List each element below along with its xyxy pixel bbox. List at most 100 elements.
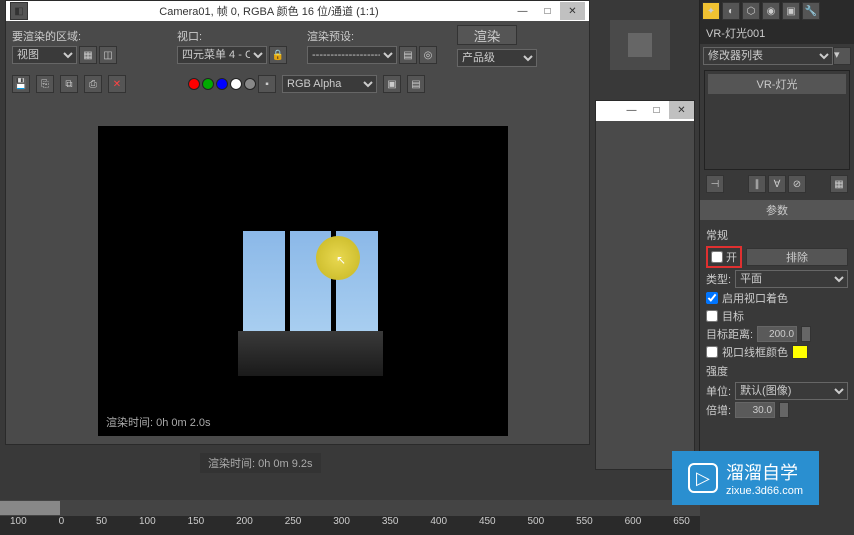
- multiplier-label: 倍增:: [706, 402, 731, 418]
- clone-icon[interactable]: ⧉: [60, 75, 78, 93]
- channel-dots: ▪: [188, 75, 276, 93]
- toggle-b-icon[interactable]: ▤: [407, 75, 425, 93]
- modifier-item[interactable]: VR-灯光: [708, 74, 846, 94]
- preset-label: 渲染预设:: [307, 28, 437, 44]
- timeline: 100 0 50 100 150 200 250 300 350 400 450…: [0, 500, 700, 535]
- utilities-tab-icon[interactable]: 🔧: [802, 2, 820, 20]
- watermark: ▷ 溜溜自学 zixue.3d66.com: [672, 451, 819, 505]
- multiplier-input[interactable]: [735, 402, 775, 418]
- preset-load-icon[interactable]: ▤: [399, 46, 417, 64]
- type-label: 类型:: [706, 271, 731, 287]
- target-dist-spinner[interactable]: [801, 326, 811, 342]
- wire-color-swatch[interactable]: [792, 345, 808, 359]
- green-channel-icon[interactable]: [202, 78, 214, 90]
- cursor-highlight: [316, 236, 360, 280]
- preset-select[interactable]: -------------------: [307, 46, 397, 64]
- toggle-a-icon[interactable]: ▣: [383, 75, 401, 93]
- channel-select[interactable]: RGB Alpha: [282, 75, 377, 93]
- maximize-button[interactable]: □: [535, 2, 560, 20]
- enable-label: 开: [726, 249, 737, 265]
- viewport-shade-label: 启用视口着色: [722, 290, 788, 306]
- multiplier-spinner[interactable]: [779, 402, 789, 418]
- sec-maximize-button[interactable]: □: [644, 101, 669, 119]
- exclude-button[interactable]: 排除: [746, 248, 848, 266]
- secondary-title-bar[interactable]: — □ ✕: [596, 101, 694, 121]
- render-viewport[interactable]: ↖ 渲染时间: 0h 0m 2.0s: [98, 126, 508, 436]
- viewport-select[interactable]: 四元菜单 4 - Can: [177, 46, 267, 64]
- hierarchy-tab-icon[interactable]: ⬡: [742, 2, 760, 20]
- params-rollout-body: 常规 开 排除 类型: 平面 启用视口着色 目标 目标距离: 视口线框颜色: [700, 220, 854, 424]
- configure-icon[interactable]: ▾: [833, 47, 851, 65]
- pane-1: [243, 231, 285, 331]
- enable-checkbox[interactable]: [711, 251, 723, 263]
- render-frame-window: ◧ Camera01, 帧 0, RGBA 颜色 16 位/通道 (1:1) —…: [5, 0, 590, 445]
- motion-tab-icon[interactable]: ◉: [762, 2, 780, 20]
- target-checkbox[interactable]: [706, 310, 718, 322]
- lock-icon[interactable]: 🔒: [269, 46, 287, 64]
- time-slider-handle[interactable]: [0, 501, 60, 515]
- region-icon[interactable]: ▦: [79, 46, 97, 64]
- delete-icon[interactable]: ✕: [108, 75, 126, 93]
- stack-controls: ⊣ ∥ ∀ ⊘ ▦: [700, 172, 854, 196]
- preview-thumbnail[interactable]: [610, 20, 670, 70]
- area-label: 要渲染的区域:: [12, 28, 117, 44]
- output-select[interactable]: 产品级: [457, 49, 537, 67]
- window-controls: — □ ✕: [510, 2, 585, 20]
- minimize-button[interactable]: —: [510, 2, 535, 20]
- secondary-window: — □ ✕: [595, 100, 695, 470]
- window-light: [243, 231, 378, 331]
- crop-icon[interactable]: ◫: [99, 46, 117, 64]
- watermark-url: zixue.3d66.com: [726, 485, 803, 497]
- unique-icon[interactable]: ∀: [768, 175, 786, 193]
- timeline-ticks: 100 0 50 100 150 200 250 300 350 400 450…: [0, 516, 700, 527]
- wire-color-label: 视口线框颜色: [722, 344, 788, 360]
- secondary-render-time: 渲染时间: 0h 0m 9.2s: [200, 453, 321, 473]
- configure-sets-icon[interactable]: ▦: [830, 175, 848, 193]
- show-result-icon[interactable]: ∥: [748, 175, 766, 193]
- units-select[interactable]: 默认(图像): [735, 382, 848, 400]
- save-icon[interactable]: 💾: [12, 75, 30, 93]
- blue-channel-icon[interactable]: [216, 78, 228, 90]
- modify-tab-icon[interactable]: ◐: [722, 2, 740, 20]
- panel-tabs: ✦ ◐ ⬡ ◉ ▣ 🔧: [700, 0, 854, 22]
- window-title: Camera01, 帧 0, RGBA 颜色 16 位/通道 (1:1): [28, 3, 510, 19]
- display-tab-icon[interactable]: ▣: [782, 2, 800, 20]
- watermark-brand: 溜溜自学: [726, 463, 798, 483]
- close-button[interactable]: ✕: [560, 2, 585, 20]
- render-toolbar-2: 💾 ⎘ ⧉ ⎙ ✕ ▪ RGB Alpha ▣ ▤: [6, 71, 589, 97]
- app-icon: ◧: [10, 2, 28, 20]
- copy-icon[interactable]: ⎘: [36, 75, 54, 93]
- render-time: 渲染时间: 0h 0m 2.0s: [106, 414, 211, 430]
- pin-stack-icon[interactable]: ⊣: [706, 175, 724, 193]
- area-select[interactable]: 视图: [12, 46, 77, 64]
- viewport-label: 视口:: [177, 28, 287, 44]
- units-label: 单位:: [706, 383, 731, 399]
- clear-icon[interactable]: ▪: [258, 75, 276, 93]
- remove-icon[interactable]: ⊘: [788, 175, 806, 193]
- enable-highlight: 开: [706, 246, 742, 268]
- target-label: 目标: [722, 308, 744, 324]
- modifier-stack[interactable]: VR-灯光: [704, 70, 850, 170]
- mono-channel-icon[interactable]: [244, 78, 256, 90]
- sec-minimize-button[interactable]: —: [619, 101, 644, 119]
- print-icon[interactable]: ⎙: [84, 75, 102, 93]
- viewport-shade-checkbox[interactable]: [706, 292, 718, 304]
- intensity-group-label: 强度: [706, 363, 848, 379]
- time-slider-track[interactable]: [0, 500, 700, 516]
- render-button[interactable]: 渲染: [457, 25, 517, 45]
- floor-reflection: [238, 331, 383, 376]
- target-dist-input[interactable]: [757, 326, 797, 342]
- object-name-field[interactable]: VR-灯光001: [700, 22, 854, 44]
- params-rollout-header[interactable]: 参数: [700, 200, 854, 220]
- type-select[interactable]: 平面: [735, 270, 848, 288]
- red-channel-icon[interactable]: [188, 78, 200, 90]
- title-bar[interactable]: ◧ Camera01, 帧 0, RGBA 颜色 16 位/通道 (1:1) —…: [6, 1, 589, 21]
- wire-color-checkbox[interactable]: [706, 346, 718, 358]
- create-tab-icon[interactable]: ✦: [702, 2, 720, 20]
- watermark-play-icon: ▷: [688, 463, 718, 493]
- alpha-channel-icon[interactable]: [230, 78, 242, 90]
- target-dist-label: 目标距离:: [706, 326, 753, 342]
- modifier-list-select[interactable]: 修改器列表: [703, 47, 833, 65]
- preset-target-icon[interactable]: ◎: [419, 46, 437, 64]
- sec-close-button[interactable]: ✕: [669, 101, 694, 119]
